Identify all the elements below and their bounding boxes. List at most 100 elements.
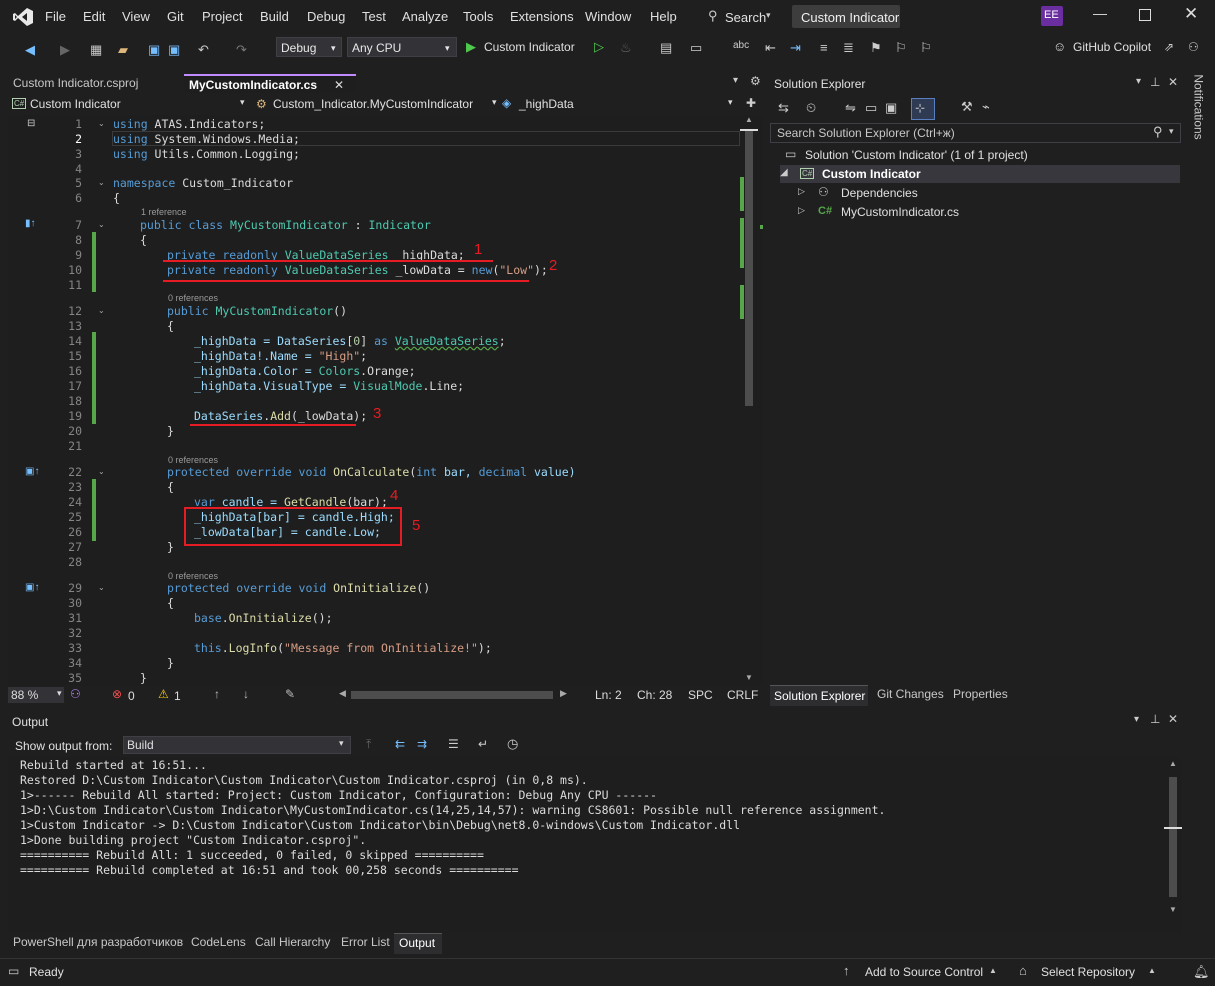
zoom-select[interactable]: 88 % ▾ [8,687,64,703]
uncomment-icon[interactable]: ≣ [843,40,854,56]
tab-codelens[interactable]: CodeLens [191,935,246,949]
platform-select[interactable]: Any CPU ▾ [347,37,457,57]
configuration-select[interactable]: Debug ▾ [276,37,342,57]
preview-selected-icon[interactable]: ⌁ [982,99,990,115]
tab-list-icon[interactable]: ▾ [733,75,738,86]
panel-menu-icon[interactable]: ▾ [1134,714,1139,725]
previous-message-icon[interactable]: ⇇ [395,737,405,751]
scroll-right-icon[interactable]: ▶ [560,688,567,699]
share-icon[interactable]: ⇗ [1164,40,1174,54]
implements-icon[interactable]: ▮↑ [25,218,36,229]
close-tab-icon[interactable]: ✕ [334,76,344,94]
start-debug-button[interactable]: ▶ Custom Indicator [464,37,584,57]
tab-solution-explorer[interactable]: Solution Explorer [770,685,868,706]
feedback-icon[interactable]: ⚇ [1188,40,1199,54]
menu-extensions[interactable]: Extensions [510,9,574,24]
open-folder-icon[interactable]: ▰ [118,42,128,58]
fold-icon[interactable]: ⌄ [98,220,105,229]
github-copilot-button[interactable]: ☺ GitHub Copilot [1053,39,1163,57]
scroll-up-icon[interactable]: ▲ [1169,759,1177,768]
bookmark-next-icon[interactable]: ⚐ [920,40,932,56]
tab-powershell[interactable]: PowerShell для разработчиков [13,935,183,949]
tab-output[interactable]: Output [394,933,442,954]
class-dropdown[interactable]: ⚙ Custom_Indicator.MyCustomIndicator ▾ [256,96,498,114]
close-icon[interactable]: ✕ [1168,75,1178,89]
start-without-debug-icon[interactable]: ▷ [594,39,604,55]
layout-icon[interactable]: ▭ [690,40,702,56]
tree-item-project[interactable]: ◢ C# Custom Indicator [780,165,1180,183]
show-all-files-icon[interactable]: ▣ [885,100,897,116]
fold-icon[interactable]: ⌄ [98,178,105,187]
spellcheck-icon[interactable]: abc [733,40,749,51]
new-project-icon[interactable]: ▦ [90,42,102,58]
solution-folder-icon[interactable]: ▤ [660,40,672,56]
solution-search-input[interactable]: Search Solution Explorer (Ctrl+ж) ⚲ ▾ [770,123,1181,143]
menu-window[interactable]: Window [585,9,631,24]
pin-icon[interactable]: ⊥ [1150,75,1160,89]
format-icon[interactable]: ⇤ [765,40,776,56]
scroll-down-icon[interactable]: ▼ [1169,905,1177,914]
notifications-bell-icon[interactable]: 🔔︎ [1193,964,1210,980]
project-dropdown[interactable]: C# Custom Indicator ▾ [8,96,250,114]
fold-icon[interactable]: ⌄ [98,306,105,315]
fold-icon[interactable]: ⌄ [98,467,105,476]
scrollbar-thumb[interactable] [745,129,753,406]
tab-git-changes[interactable]: Git Changes [877,687,944,701]
redo-icon[interactable]: ↷ [236,42,247,58]
timestamp-icon[interactable]: ◷ [507,736,518,752]
tree-item-solution[interactable]: ▭ Solution 'Custom Indicator' (1 of 1 pr… [780,146,1175,164]
copilot-icon[interactable]: ⚇ [70,687,81,701]
sync-icon[interactable]: ⇆ [778,100,789,116]
fold-icon[interactable]: ⌄ [98,119,105,128]
bookmark-icon[interactable]: ⚑ [870,40,882,56]
select-repository-button[interactable]: ⌂ Select Repository ▲ [1019,963,1179,981]
bookmark-prev-icon[interactable]: ⚐ [895,40,907,56]
tab-properties[interactable]: Properties [953,687,1008,701]
warnings-indicator[interactable]: ⚠ 1 [158,687,198,705]
pin-icon[interactable]: ⊥ [1150,712,1160,726]
next-message-icon[interactable]: ⇉ [417,737,427,751]
fold-icon[interactable]: ⌄ [98,583,105,592]
menu-project[interactable]: Project [202,9,242,24]
maximize-icon[interactable] [1139,9,1151,21]
visual-studio-logo-icon[interactable] [12,7,34,27]
back-icon[interactable]: ◀ [25,42,35,58]
codelens-hint[interactable]: 0 references [168,571,218,581]
output-scrollbar[interactable]: ▲ ▼ [1164,757,1182,933]
column-indicator[interactable]: Ch: 28 [637,688,672,702]
member-dropdown[interactable]: ◈ _highData ▾ [502,96,738,114]
preview-toggle[interactable]: ⊹ [911,98,935,120]
tab-mycustomindicator[interactable]: MyCustomIndicator.cs ✕ [184,74,356,93]
menu-tools[interactable]: Tools [463,9,493,24]
errors-indicator[interactable]: ⊗ 0 [112,687,152,705]
codelens-hint[interactable]: 0 references [168,455,218,465]
codelens-hint[interactable]: 1 reference [141,207,187,217]
line-ending-indicator[interactable]: CRLF [727,688,758,702]
menu-test[interactable]: Test [362,9,386,24]
undo-icon[interactable]: ↶ [198,42,209,58]
menu-help[interactable]: Help [650,9,677,24]
whitespace-indicator[interactable]: SPC [688,688,713,702]
down-arrow-icon[interactable]: ↓ [243,687,249,701]
menu-build[interactable]: Build [260,9,289,24]
horizontal-scrollbar-thumb[interactable] [351,691,553,699]
save-icon[interactable]: ▣ [148,42,160,58]
menu-file[interactable]: File [45,9,66,24]
line-indicator[interactable]: Ln: 2 [595,688,622,702]
word-wrap-icon[interactable]: ↵ [478,737,488,751]
code-editor[interactable]: ⊟ ▮↑ ▣↑ ▣↑ 1 2 3 4 5 6 7 8 9 10 11 12 13… [8,115,763,687]
save-all-icon[interactable]: ▣ [168,42,180,58]
scrollbar-thumb[interactable] [1169,777,1177,897]
output-source-select[interactable]: Build ▾ [123,736,351,754]
tree-item-dependencies[interactable]: ▷ ⚇ Dependencies [798,184,1178,202]
find-message-icon[interactable]: ⤒ [366,737,371,752]
scroll-left-icon[interactable]: ◀ [339,688,346,699]
tab-csproj[interactable]: Custom Indicator.csproj [8,74,180,93]
menu-analyze[interactable]: Analyze [402,9,448,24]
history-icon[interactable]: ⏲ [806,100,816,116]
tree-item-file[interactable]: ▷ C# MyCustomIndicator.cs [798,203,1178,221]
clear-all-icon[interactable]: ☰ [448,737,459,751]
minimize-icon[interactable]: — [1093,5,1107,21]
close-icon[interactable]: ✕ [1184,4,1198,24]
close-icon[interactable]: ✕ [1168,712,1178,726]
